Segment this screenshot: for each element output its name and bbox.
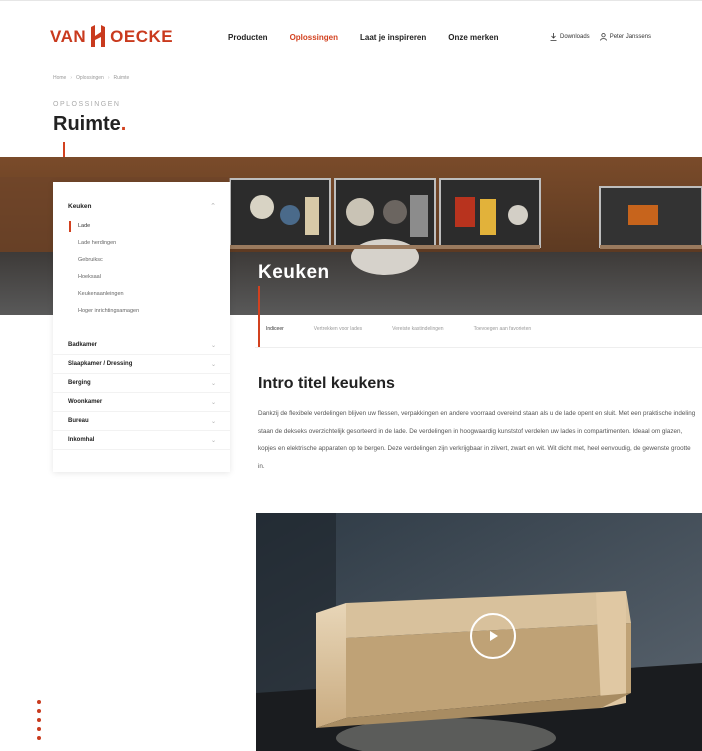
nav-onze-merken[interactable]: Onze merken	[448, 33, 498, 42]
logo-text-right: OECKE	[110, 26, 174, 46]
nav-laat-je-inspireren[interactable]: Laat je inspireren	[360, 33, 426, 42]
tab-kastindelingen[interactable]: Vereiste kastindelingen	[392, 320, 443, 338]
decorative-dots	[37, 700, 41, 740]
sidebar-subitem[interactable]: Keukenaanleingen	[69, 286, 230, 303]
sidebar-item-label: Slaapkamer / Dressing	[68, 361, 133, 367]
dot	[37, 718, 41, 722]
breadcrumb-separator: ›	[107, 75, 110, 81]
sidebar-item-badkamer[interactable]: Badkamer ⌄	[53, 336, 230, 355]
page-title-text: Ruimte	[53, 113, 121, 135]
breadcrumb-separator: ›	[70, 75, 73, 81]
downloads-link[interactable]: Downloads	[550, 33, 590, 41]
download-icon	[550, 33, 557, 41]
nav-oplossingen[interactable]: Oplossingen	[290, 33, 338, 42]
chevron-down-icon: ⌄	[210, 380, 216, 387]
top-navigation-bar: VAN OECKE Producten Oplossingen Laat je …	[0, 0, 702, 70]
logo-text-left: VAN	[50, 26, 87, 46]
downloads-label: Downloads	[560, 34, 590, 40]
section-sidebar: Keuken ⌃ Lade Lade herdingen Gebruiksc H…	[53, 182, 230, 472]
van-hoecke-logo[interactable]: VAN OECKE	[50, 25, 173, 47]
tabs-divider	[255, 347, 702, 348]
hero-accent-line	[258, 286, 260, 348]
tab-indiceer[interactable]: Indiceer	[266, 320, 284, 338]
sidebar-item-label: Woonkamer	[68, 399, 103, 405]
sidebar-item-slaapkamer[interactable]: Slaapkamer / Dressing ⌄	[53, 355, 230, 374]
chevron-down-icon: ⌄	[210, 342, 216, 349]
page-title: Ruimte.	[53, 113, 126, 136]
hero-title: Keuken	[258, 262, 330, 283]
dot	[37, 709, 41, 713]
sidebar-sub-list: Lade Lade herdingen Gebruiksc Hoeksaal K…	[53, 218, 230, 320]
main-nav: Producten Oplossingen Laat je inspireren…	[228, 33, 499, 42]
intro-body: Dankzij de flexibele verdelingen blijven…	[258, 410, 696, 470]
sidebar-heading-label: Keuken	[68, 202, 92, 210]
page-kicker: Oplossingen	[53, 101, 121, 108]
sidebar-subitem[interactable]: Lade herdingen	[69, 235, 230, 252]
sidebar-subitem[interactable]: Hoeksaal	[69, 269, 230, 286]
page-title-dot: .	[120, 113, 127, 135]
chevron-down-icon: ⌄	[210, 418, 216, 425]
chevron-down-icon: ⌄	[210, 399, 216, 406]
sidebar-subitem-lade[interactable]: Lade	[69, 218, 230, 235]
intro-title: Intro titel keukens	[258, 375, 395, 392]
sidebar-subitem[interactable]: Gebruiksc	[69, 252, 230, 269]
play-icon	[490, 631, 498, 641]
breadcrumb: Home › Oplossingen › Ruimte	[53, 75, 129, 81]
breadcrumb-oplossingen[interactable]: Oplossingen	[76, 75, 104, 81]
sidebar-item-bureau[interactable]: Bureau ⌄	[53, 412, 230, 431]
breadcrumb-home[interactable]: Home	[53, 75, 66, 81]
logo-h-mark-icon	[89, 25, 107, 47]
sidebar-category-list: Badkamer ⌄ Slaapkamer / Dressing ⌄ Bergi…	[53, 336, 230, 450]
sidebar-item-label: Berging	[68, 380, 91, 386]
play-button[interactable]	[470, 613, 516, 659]
sidebar-item-inkomhal[interactable]: Inkomhal ⌄	[53, 431, 230, 450]
chevron-down-icon: ⌄	[210, 361, 216, 368]
sidebar-item-label: Inkomhal	[68, 437, 95, 443]
user-account-link[interactable]: Peter Janssens	[599, 33, 652, 41]
dot	[37, 736, 41, 740]
utility-links: Downloads Peter Janssens	[550, 33, 651, 41]
content-tabs: Indiceer Vertrekken voor lades Vereiste …	[266, 320, 531, 338]
dot	[37, 727, 41, 731]
sidebar-item-label: Badkamer	[68, 342, 98, 348]
user-icon	[599, 33, 607, 41]
chevron-down-icon: ⌄	[210, 437, 216, 444]
breadcrumb-current: Ruimte	[113, 75, 130, 81]
sidebar-heading-keuken[interactable]: Keuken ⌃	[53, 196, 230, 216]
nav-producten[interactable]: Producten	[228, 33, 268, 42]
sidebar-item-berging[interactable]: Berging ⌄	[53, 374, 230, 393]
sidebar-item-woonkamer[interactable]: Woonkamer ⌄	[53, 393, 230, 412]
dot	[37, 700, 41, 704]
sidebar-section-keuken: Keuken ⌃ Lade Lade herdingen Gebruiksc H…	[53, 196, 230, 320]
chevron-up-icon: ⌃	[210, 203, 216, 210]
sidebar-subitem[interactable]: Hoger inrichtingsamagen	[69, 303, 230, 320]
tab-vertrekken[interactable]: Vertrekken voor lades	[314, 320, 362, 338]
user-name: Peter Janssens	[609, 34, 652, 40]
sidebar-item-label: Bureau	[68, 418, 89, 424]
tab-favorieten[interactable]: Toevoegen aan favorieten	[474, 320, 532, 338]
